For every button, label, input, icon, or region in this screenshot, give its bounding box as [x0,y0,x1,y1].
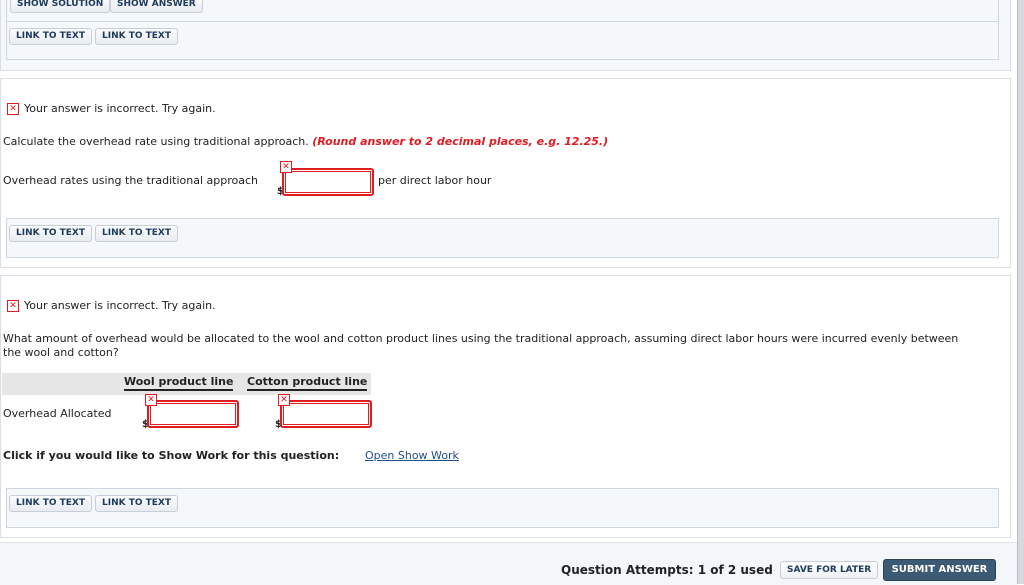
column-header-wool: Wool product line [124,375,234,391]
attempts-counter: Question Attempts: 1 of 2 used [561,563,773,577]
incorrect-icon: ✕ [280,161,292,173]
divider [6,21,999,22]
rounding-hint: (Round answer to 2 decimal places, e.g. … [312,135,609,148]
column-header-cotton: Cotton product line [247,375,368,391]
link-to-text-button[interactable]: LINK TO TEXT [9,225,93,242]
scrollbar[interactable] [1017,0,1024,584]
question-text-line-2: the wool and cotton? [3,346,119,359]
save-for-later-button[interactable]: SAVE FOR LATER [780,561,879,579]
link-to-text-button[interactable]: LINK TO TEXT [95,225,179,242]
cotton-overhead-input[interactable] [280,400,372,428]
feedback-message: Your answer is incorrect. Try again. [24,102,216,115]
show-work-prompt: Click if you would like to Show Work for… [3,449,340,462]
link-to-text-button[interactable]: LINK TO TEXT [95,495,179,512]
overhead-rate-input[interactable] [282,168,374,196]
question-text-line-1: What amount of overhead would be allocat… [3,332,959,345]
question-text: Calculate the overhead rate using tradit… [3,135,608,148]
incorrect-icon: ✕ [7,103,19,115]
link-to-text-button[interactable]: LINK TO TEXT [95,28,179,45]
unit-label: per direct labor hour [378,174,492,187]
page: SHOW SOLUTION SHOW ANSWER LINK TO TEXT L… [0,0,1017,585]
show-solution-button[interactable]: SHOW SOLUTION [10,0,111,13]
link-to-text-button[interactable]: LINK TO TEXT [9,495,93,512]
link-to-text-button[interactable]: LINK TO TEXT [9,28,93,45]
feedback-message: Your answer is incorrect. Try again. [24,299,216,312]
incorrect-icon: ✕ [145,394,157,406]
open-show-work-link[interactable]: Open Show Work [365,449,459,462]
incorrect-icon: ✕ [278,394,290,406]
submit-answer-button[interactable]: SUBMIT ANSWER [883,559,996,581]
row-label: Overhead rates using the traditional app… [3,174,259,187]
show-answer-button[interactable]: SHOW ANSWER [110,0,203,13]
incorrect-icon: ✕ [7,300,19,312]
question-prompt: Calculate the overhead rate using tradit… [3,135,309,148]
row-label: Overhead Allocated [3,407,112,420]
wool-overhead-input[interactable] [147,400,239,428]
